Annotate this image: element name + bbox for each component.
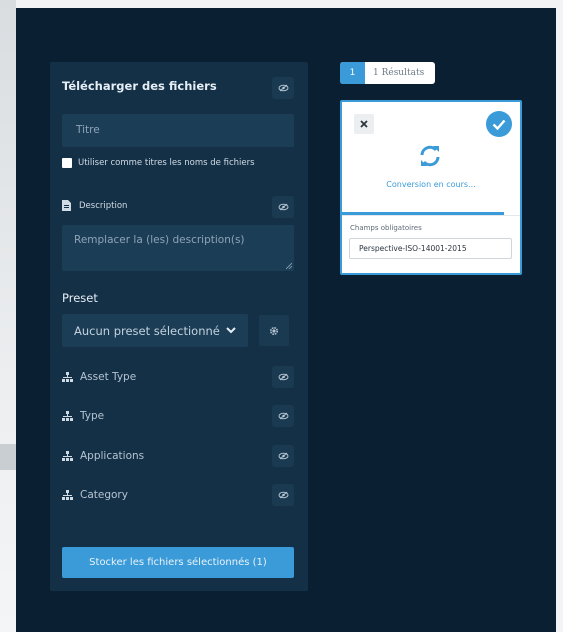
- preset-select[interactable]: Aucun preset sélectionné: [62, 314, 248, 347]
- description-header: Description: [62, 200, 127, 211]
- use-filenames-label: Utiliser comme titres les noms de fichie…: [78, 158, 255, 168]
- toggle-visibility-button[interactable]: [272, 77, 294, 99]
- taxonomy-asset-type: Asset Type: [62, 371, 136, 383]
- card-divider: [342, 215, 520, 216]
- description-placeholder: Remplacer la (les) description(s): [74, 234, 245, 246]
- preset-settings-button[interactable]: [259, 315, 289, 346]
- sync-icon: [420, 145, 440, 167]
- taxonomy-label: Type: [80, 410, 105, 422]
- use-filenames-checkbox[interactable]: [62, 158, 72, 168]
- toggle-visibility-button[interactable]: [272, 445, 294, 467]
- taxonomy-label: Category: [80, 489, 128, 501]
- results-label: 1 Résultats: [373, 68, 425, 78]
- toggle-visibility-button[interactable]: [272, 405, 294, 427]
- check-icon: [492, 119, 506, 130]
- eye-slash-icon: [278, 84, 288, 92]
- resize-handle-icon[interactable]: [286, 263, 292, 269]
- toggle-visibility-button[interactable]: [272, 484, 294, 506]
- taxonomy-category: Category: [62, 489, 128, 501]
- description-textarea[interactable]: Remplacer la (les) description(s): [62, 225, 294, 271]
- eye-slash-icon: [278, 491, 288, 499]
- conversion-progress-bar: [342, 212, 504, 215]
- taxonomy-label: Applications: [80, 450, 145, 462]
- remove-file-button[interactable]: [354, 114, 374, 134]
- eye-slash-icon: [278, 412, 288, 420]
- conversion-status: Conversion en cours...: [386, 180, 476, 189]
- title-input[interactable]: Titre: [62, 114, 294, 147]
- taxonomy-applications: Applications: [62, 450, 144, 462]
- results-counter: 1 1 Résultats: [340, 62, 435, 84]
- close-icon: [360, 120, 368, 128]
- taxonomy-type: Type: [62, 410, 104, 422]
- eye-slash-icon: [278, 373, 288, 381]
- eye-slash-icon: [278, 203, 288, 211]
- preset-label: Preset: [62, 291, 98, 305]
- eye-slash-icon: [278, 452, 288, 460]
- sitemap-icon: [62, 372, 73, 382]
- required-field-input[interactable]: Perspective-ISO-14001-2015: [349, 238, 512, 259]
- sitemap-icon: [62, 490, 73, 500]
- store-files-button[interactable]: Stocker les fichiers sélectionnés (1): [62, 547, 294, 578]
- gear-icon: [269, 326, 279, 335]
- background-strip: [0, 444, 16, 470]
- required-fields-label: Champs obligatoires: [350, 224, 422, 232]
- selected-check-button[interactable]: [486, 111, 512, 137]
- preset-value: Aucun preset sélectionné: [74, 323, 220, 338]
- file-card[interactable]: Conversion en cours... Champs obligatoir…: [340, 100, 522, 275]
- use-filenames-row[interactable]: Utiliser comme titres les noms de fichie…: [62, 158, 255, 168]
- title-placeholder: Titre: [76, 124, 100, 136]
- taxonomy-label: Asset Type: [80, 371, 137, 383]
- description-label: Description: [79, 200, 128, 211]
- required-field-value: Perspective-ISO-14001-2015: [359, 244, 467, 253]
- sitemap-icon: [62, 451, 73, 461]
- toggle-visibility-button[interactable]: [272, 366, 294, 388]
- toggle-visibility-button[interactable]: [272, 196, 294, 218]
- panel-title: Télécharger des fichiers: [62, 79, 217, 93]
- document-icon: [62, 200, 71, 211]
- background-edge: [0, 0, 16, 632]
- chevron-down-icon: [226, 327, 236, 334]
- sitemap-icon: [62, 411, 73, 421]
- results-count-badge: 1: [340, 62, 365, 84]
